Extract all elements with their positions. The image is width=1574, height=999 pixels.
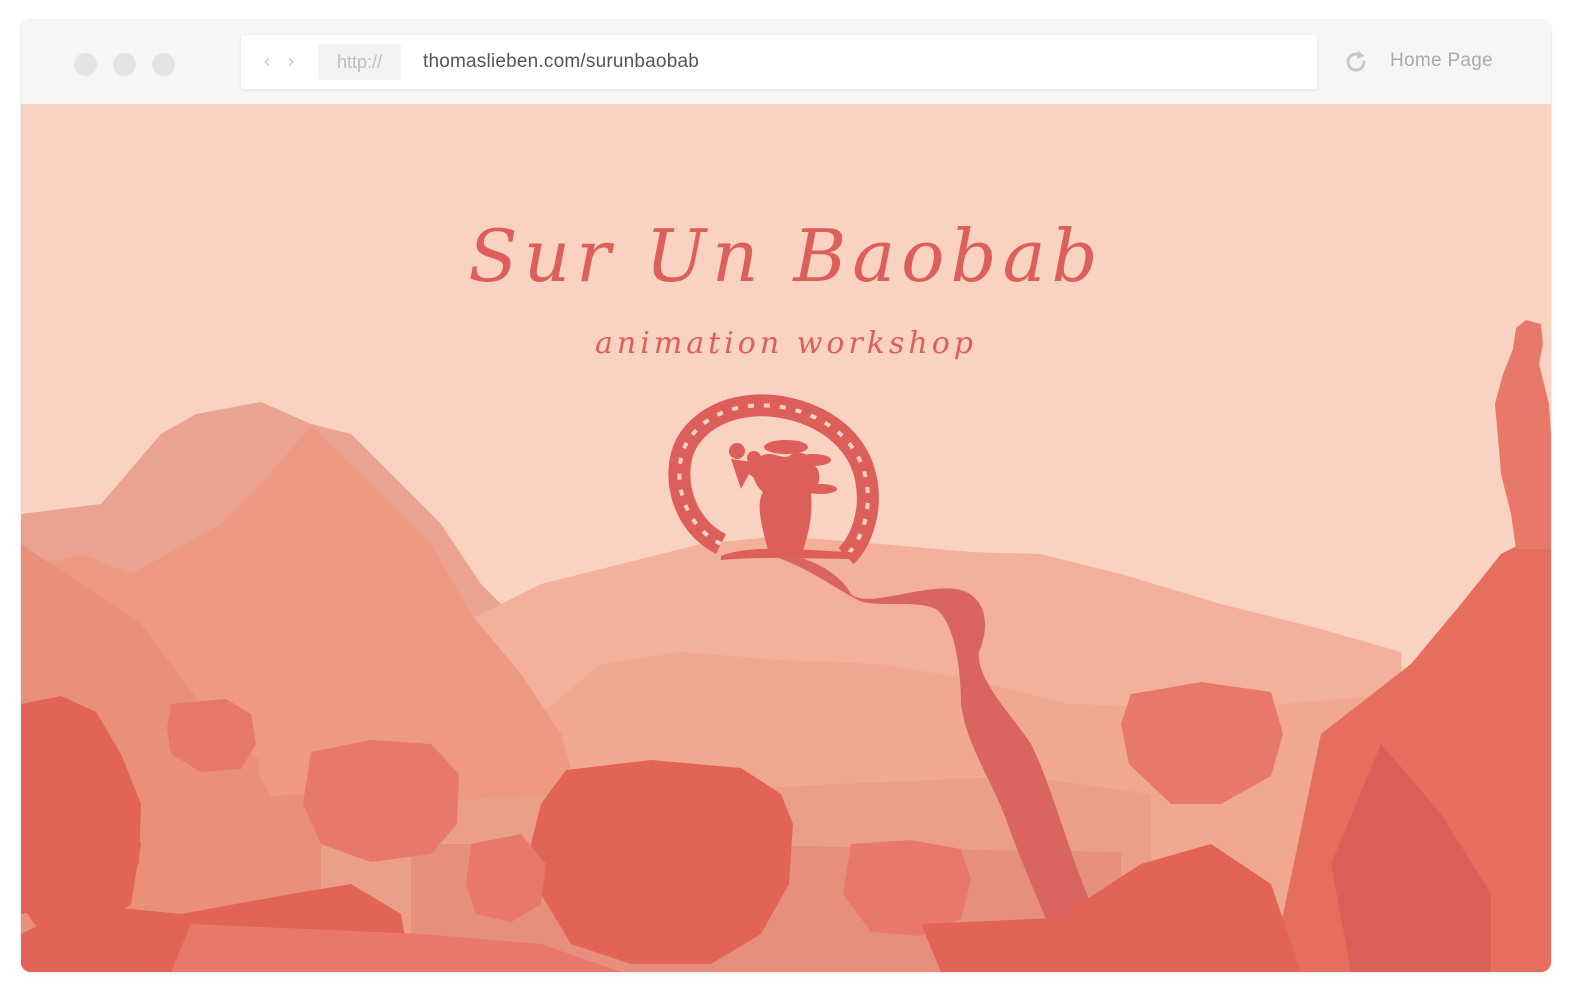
tree-center-large [531,760,793,964]
tree-mid-left [303,740,459,862]
window-minimize-dot[interactable] [113,53,136,76]
window-maximize-dot[interactable] [152,53,175,76]
baobab-tree-logo [668,394,879,565]
browser-toolbar: ‹ › http:// thomaslieben.com/surunbaobab… [21,20,1551,104]
page-viewport: Sur Un Baobab animation workshop [21,104,1551,972]
url-protocol: http:// [318,44,401,80]
browser-window: ‹ › http:// thomaslieben.com/surunbaobab… [21,20,1551,972]
window-close-dot[interactable] [74,53,97,76]
forward-arrow-icon[interactable]: › [287,49,295,73]
reload-icon[interactable] [1342,48,1370,76]
back-arrow-icon[interactable]: ‹ [263,49,271,73]
page-subtitle: animation workshop [595,326,977,361]
address-bar[interactable]: ‹ › http:// thomaslieben.com/surunbaobab [241,35,1317,89]
home-page-link[interactable]: Home Page [1390,46,1493,76]
url-text[interactable]: thomaslieben.com/surunbaobab [423,35,699,89]
page-title: Sur Un Baobab [468,214,1104,298]
